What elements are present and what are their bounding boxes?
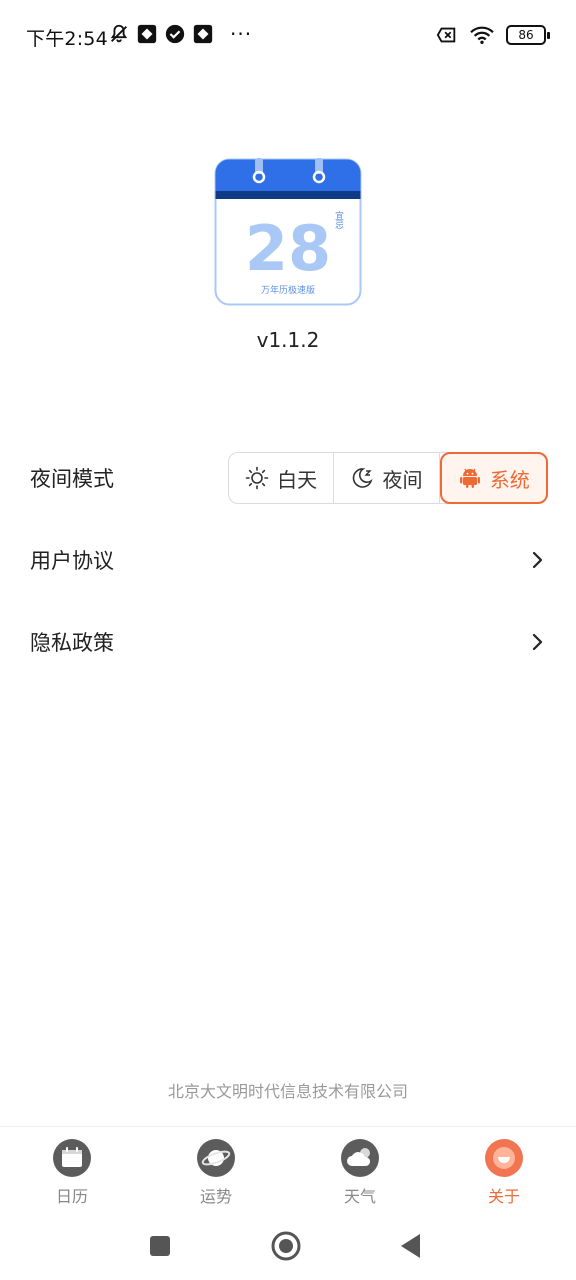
night-mode-label: 夜间模式	[30, 467, 114, 491]
logo-day-number: 28	[245, 212, 331, 285]
calendar-icon	[53, 1139, 91, 1177]
wifi-icon	[470, 26, 494, 44]
battery-indicator: 86	[506, 25, 550, 45]
nav-tab-fortune-label: 运势	[199, 1187, 232, 1206]
user-agreement-row[interactable]: 用户协议	[30, 534, 548, 586]
recents-square-icon[interactable]	[148, 1234, 172, 1258]
sim-blocked-icon	[436, 27, 456, 43]
night-mode-option-system-label: 系统	[489, 467, 530, 492]
night-mode-option-day[interactable]: 白天	[229, 453, 335, 503]
about-icon	[485, 1139, 523, 1177]
status-notification-icons: ···	[108, 22, 252, 46]
privacy-policy-row[interactable]: 隐私政策	[30, 616, 548, 668]
app-logo: 28 宜忌 万年历极速版	[214, 158, 362, 306]
nav-tab-calendar[interactable]: 日历	[0, 1127, 144, 1212]
app-version: v1.1.2	[256, 328, 320, 352]
nav-tab-weather[interactable]: 天气	[288, 1127, 432, 1212]
sun-icon	[245, 466, 269, 490]
check-circle-icon	[165, 24, 185, 44]
back-triangle-icon[interactable]	[398, 1232, 424, 1260]
status-more-dots: ···	[230, 22, 253, 46]
status-bar: 下午2:54 ··· 86	[0, 0, 576, 72]
night-mode-option-night-label: 夜间	[382, 467, 423, 492]
night-mode-row: 夜间模式 白天 夜间 系统	[30, 452, 548, 504]
status-time: 下午2:54	[26, 28, 108, 50]
nav-tab-weather-label: 天气	[343, 1187, 376, 1206]
user-agreement-label: 用户协议	[30, 549, 114, 573]
company-name: 北京大文明时代信息技术有限公司	[167, 1082, 408, 1101]
night-mode-option-day-label: 白天	[277, 467, 318, 492]
system-nav-bar	[0, 1212, 576, 1280]
nav-tab-about-label: 关于	[487, 1187, 520, 1206]
privacy-policy-label: 隐私政策	[30, 631, 114, 655]
logo-caption: 万年历极速版	[261, 284, 315, 296]
status-system-icons: 86	[436, 24, 550, 46]
bell-muted-icon	[110, 24, 128, 43]
bottom-nav: 日历 运势 天气 关于	[0, 1126, 576, 1212]
moon-icon	[353, 468, 374, 488]
night-mode-option-system[interactable]: 系统	[439, 452, 548, 504]
calendar-logo-icon: 28 宜忌 万年历极速版	[214, 158, 362, 306]
app-notification-icon	[137, 24, 157, 44]
nav-tab-calendar-label: 日历	[55, 1187, 88, 1206]
night-mode-segmented-control: 白天 夜间 系统	[228, 452, 548, 504]
android-icon	[459, 468, 480, 488]
chevron-right-icon	[532, 551, 543, 569]
logo-tag: 宜忌	[333, 210, 344, 229]
cloud-icon	[341, 1139, 379, 1177]
planet-icon	[197, 1139, 235, 1177]
night-mode-option-night[interactable]: 夜间	[334, 453, 440, 503]
home-circle-icon[interactable]	[270, 1230, 302, 1262]
nav-tab-fortune[interactable]: 运势	[144, 1127, 288, 1212]
nav-tab-about[interactable]: 关于	[432, 1127, 576, 1212]
app-notification-icon-2	[193, 24, 213, 44]
chevron-right-icon	[532, 633, 543, 651]
